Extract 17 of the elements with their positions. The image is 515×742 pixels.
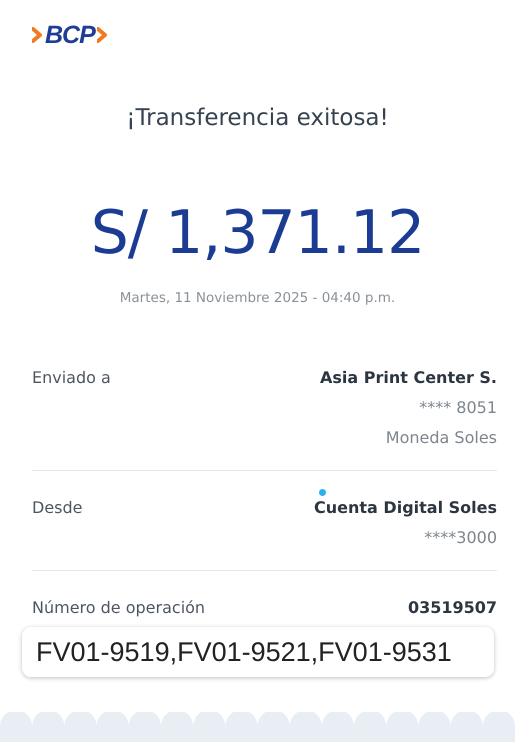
detail-value: Cuenta Digital Soles bbox=[314, 497, 497, 519]
transfer-amount: S/ 1,371.12 bbox=[90, 197, 426, 269]
chevron-icon bbox=[96, 27, 108, 43]
detail-label: Número de operación bbox=[32, 597, 206, 619]
detail-value: 03519507 bbox=[408, 597, 497, 619]
detail-label: Desde bbox=[32, 497, 82, 519]
detail-value: Moneda Soles bbox=[386, 427, 497, 449]
success-title: ¡Transferencia exitosa! bbox=[125, 104, 390, 133]
detail-value: ****3000 bbox=[424, 527, 497, 549]
transfer-date: Martes, 11 Noviembre 2025 - 04:40 p.m. bbox=[118, 289, 396, 307]
bank-logo: BCP bbox=[45, 21, 95, 49]
detail-value: **** 8051 bbox=[419, 397, 497, 419]
chevron-icon bbox=[32, 27, 43, 43]
detail-value: Asia Print Center S. bbox=[320, 367, 497, 389]
touch-indicator-icon bbox=[319, 489, 326, 496]
reference-note: FV01-9519,FV01-9521,FV01-9531 bbox=[22, 627, 494, 677]
detail-label: Enviado a bbox=[32, 367, 111, 389]
